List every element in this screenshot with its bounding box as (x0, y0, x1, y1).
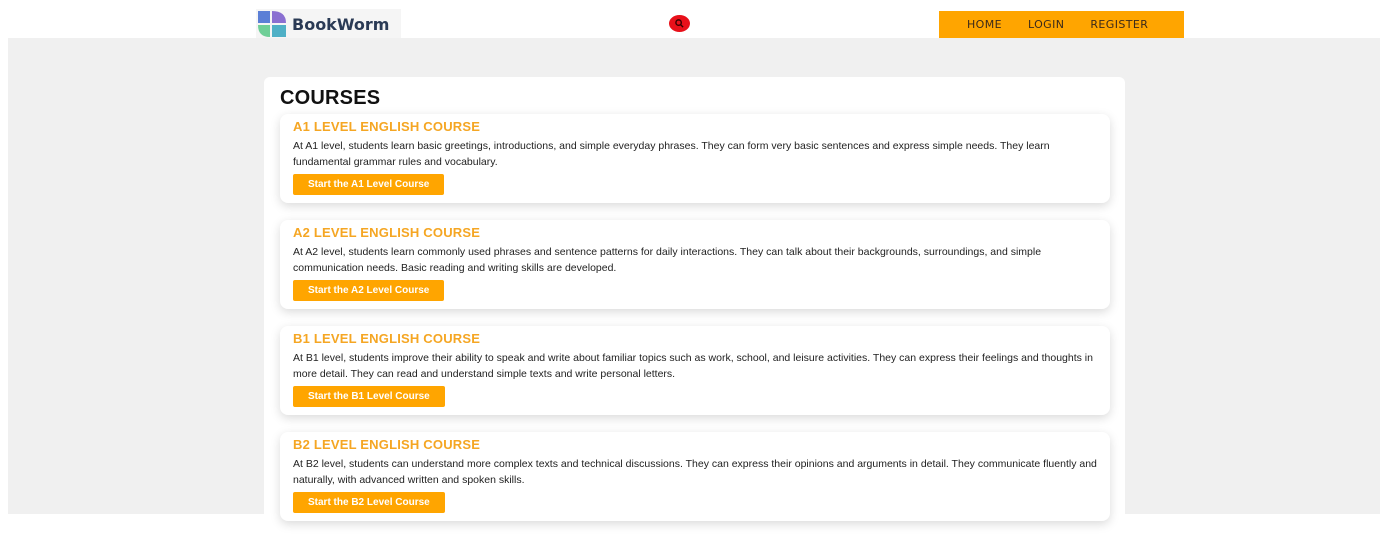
bookworm-logo-icon (256, 9, 288, 39)
course-description: At A1 level, students learn basic greeti… (293, 140, 1050, 168)
search-icon (675, 19, 684, 28)
start-a2-course-button[interactable]: Start the A2 Level Course (293, 280, 445, 301)
nav-login-link[interactable]: LOGIN (1028, 18, 1064, 31)
course-description: At B1 level, students improve their abil… (293, 352, 1093, 380)
start-b2-course-button[interactable]: Start the B2 Level Course (293, 492, 445, 513)
start-b1-course-button[interactable]: Start the B1 Level Course (293, 386, 445, 407)
course-card-b1: B1 LEVEL ENGLISH COURSE At B1 level, stu… (280, 326, 1110, 415)
top-bar: BookWorm HOME LOGIN REGISTER (0, 0, 1385, 39)
main-nav: HOME LOGIN REGISTER (939, 11, 1184, 38)
brand-name: BookWorm (292, 14, 390, 34)
search-button[interactable] (669, 15, 690, 32)
course-title: A1 LEVEL ENGLISH COURSE (293, 119, 481, 134)
course-title: B1 LEVEL ENGLISH COURSE (293, 331, 481, 346)
start-a1-course-button[interactable]: Start the A1 Level Course (293, 174, 445, 195)
course-title: A2 LEVEL ENGLISH COURSE (293, 225, 481, 240)
page-title: COURSES (280, 87, 381, 109)
course-card-b2: B2 LEVEL ENGLISH COURSE At B2 level, stu… (280, 432, 1110, 521)
course-title: B2 LEVEL ENGLISH COURSE (293, 437, 481, 452)
brand-logo[interactable]: BookWorm (256, 9, 402, 39)
courses-panel: COURSES A1 LEVEL ENGLISH COURSE At A1 le… (264, 77, 1125, 537)
nav-home-link[interactable]: HOME (967, 18, 1002, 31)
nav-register-link[interactable]: REGISTER (1090, 18, 1148, 31)
course-description: At A2 level, students learn commonly use… (293, 246, 1042, 274)
course-description: At B2 level, students can understand mor… (293, 458, 1097, 486)
course-card-a1: A1 LEVEL ENGLISH COURSE At A1 level, stu… (280, 114, 1110, 203)
course-card-a2: A2 LEVEL ENGLISH COURSE At A2 level, stu… (280, 220, 1110, 309)
